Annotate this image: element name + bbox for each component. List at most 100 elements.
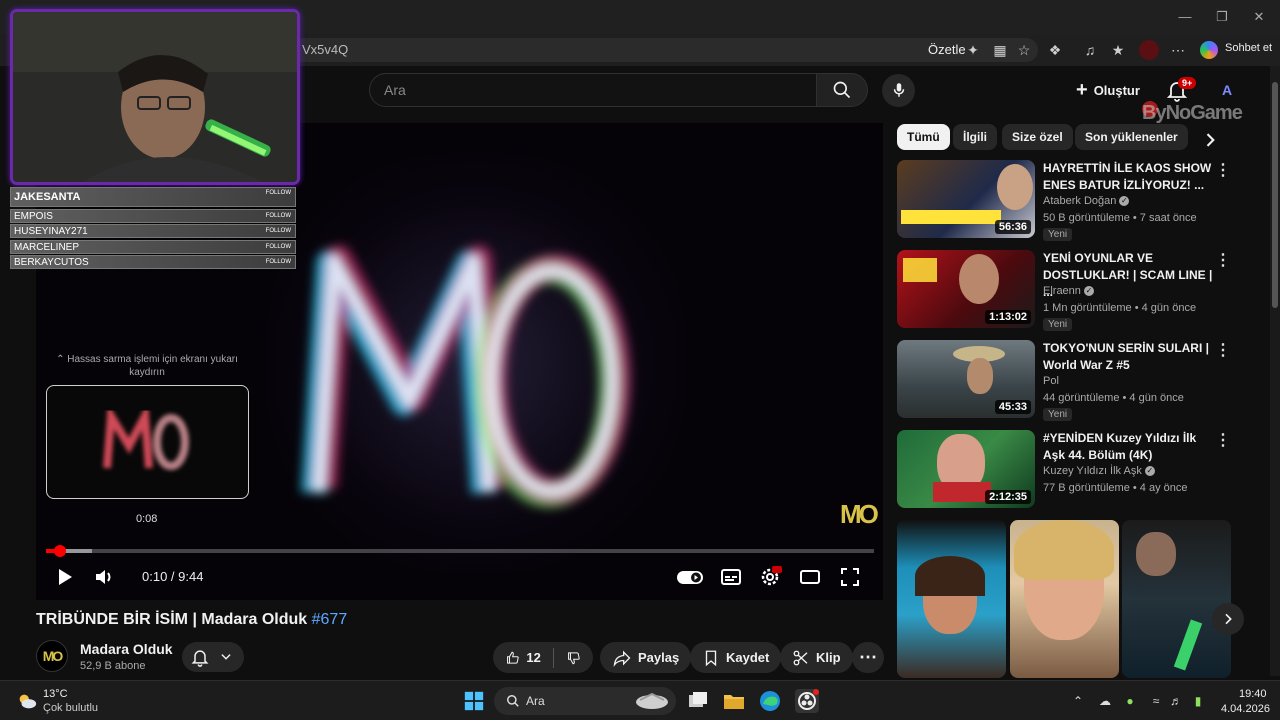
profile-avatar[interactable] [1139, 40, 1159, 60]
video-hashtag[interactable]: #677 [312, 611, 348, 628]
clock-time[interactable]: 19:40 [1239, 688, 1267, 700]
subtitles-icon[interactable] [719, 565, 743, 589]
autoplay-toggle-icon[interactable] [676, 565, 704, 589]
thumbnail-hair [1014, 520, 1114, 580]
cloudy-weather-icon[interactable] [16, 690, 38, 712]
more-options-icon[interactable]: ⋯ [1168, 40, 1188, 60]
like-count[interactable]: 12 [526, 650, 540, 665]
thumbs-up-icon[interactable] [505, 648, 520, 668]
scissors-icon [793, 650, 808, 665]
speaker-icon[interactable]: ♬ [1168, 693, 1184, 709]
media-control-icon[interactable]: ♫ [1080, 40, 1100, 60]
microphone-icon[interactable]: ● [1122, 693, 1138, 709]
video-duration: 1:13:02 [985, 310, 1031, 324]
more-actions-button[interactable]: ⋯ [852, 642, 884, 673]
taskbar-search[interactable]: Ara [494, 687, 676, 715]
video-title[interactable]: #YENİDEN Kuzey Yıldızı İlk Aşk 44. Bölüm… [1043, 430, 1213, 464]
recommended-video[interactable]: 2:12:35 #YENİDEN Kuzey Yıldızı İlk Aşk 4… [897, 430, 1237, 510]
channel-name[interactable]: Madara Olduk [80, 641, 173, 657]
edge-browser-icon[interactable] [758, 689, 782, 713]
obs-studio-icon[interactable] [795, 689, 819, 713]
video-thumbnail[interactable]: 2:12:35 [897, 430, 1035, 508]
onedrive-cloud-icon[interactable]: ☁ [1097, 693, 1113, 709]
video-title[interactable]: TOKYO'NUN SERİN SULARI | World War Z #5 [1043, 340, 1213, 374]
voice-search-button[interactable] [882, 74, 915, 107]
copilot-summary-icon[interactable]: ✦ [963, 40, 983, 60]
more-horizontal-icon: ⋯ [859, 647, 877, 667]
weather-description[interactable]: Çok bulutlu [43, 702, 98, 714]
chip-recent-uploads[interactable]: Son yüklenenler [1075, 124, 1188, 150]
more-vertical-icon[interactable]: ⋮ [1215, 430, 1231, 450]
wifi-icon[interactable]: ≈ [1148, 693, 1164, 709]
url-text[interactable]: Vx5v4Q [302, 42, 348, 57]
account-avatar[interactable]: A [1216, 79, 1238, 101]
play-icon[interactable] [52, 565, 76, 589]
summarize-button[interactable]: Özetle [928, 42, 966, 57]
channel-avatar[interactable]: MO [36, 640, 68, 672]
video-thumbnail[interactable]: 56:36 [897, 160, 1035, 238]
shorts-thumbnail[interactable] [1010, 520, 1119, 678]
progress-scrubber-handle[interactable] [54, 545, 67, 557]
minimize-button[interactable]: — [1168, 6, 1202, 28]
address-bar[interactable]: Vx5v4Q Özetle [290, 38, 1038, 62]
channel-name[interactable]: Ataberk Doğan ✓ [1043, 195, 1130, 207]
shorts-thumbnail[interactable] [897, 520, 1006, 678]
task-view-icon[interactable] [686, 689, 710, 713]
shorts-next-button[interactable] [1212, 603, 1244, 635]
search-input[interactable]: Ara [369, 73, 817, 107]
create-button[interactable]: + Oluştur [1068, 74, 1148, 106]
follower-row: HUSEYINAY271 FOLLOW [10, 224, 296, 238]
chevron-right-icon [1225, 613, 1232, 625]
fullscreen-icon[interactable] [838, 565, 862, 589]
file-explorer-icon[interactable] [722, 689, 746, 713]
extensions-icon[interactable]: ❖ [1045, 40, 1065, 60]
progress-bar[interactable] [46, 549, 874, 553]
app-grid-icon[interactable]: ▦ [990, 40, 1010, 60]
chip-related[interactable]: İlgili [953, 124, 997, 150]
recommended-video[interactable]: 56:36 HAYRETTİN İLE KAOS SHOW ENES BATUR… [897, 160, 1237, 241]
recommended-video[interactable]: 1:13:02 YENİ OYUNLAR VE DOSTLUKLAR! | SC… [897, 250, 1237, 331]
show-hidden-icons-chevron-icon[interactable]: ⌃ [1070, 693, 1086, 709]
favorite-star-icon[interactable]: ☆ [1014, 40, 1034, 60]
clock-date[interactable]: 4.04.2026 [1221, 703, 1270, 715]
more-vertical-icon[interactable]: ⋮ [1215, 340, 1231, 360]
clip-button[interactable]: Klip [780, 642, 853, 673]
channel-name[interactable]: Elraenn ✓ [1043, 285, 1094, 297]
favorites-icon[interactable]: ★ [1108, 40, 1128, 60]
video-thumbnail[interactable]: 45:33 [897, 340, 1035, 418]
save-button[interactable]: Kaydet [690, 642, 782, 673]
temperature[interactable]: 13°C [43, 688, 68, 700]
chip-all[interactable]: Tümü [897, 124, 950, 150]
recommended-video[interactable]: 45:33 TOKYO'NUN SERİN SULARI | World War… [897, 340, 1237, 421]
channel-name[interactable]: Kuzey Yıldızı İlk Aşk ✓ [1043, 465, 1155, 477]
follower-row: JAKESANTA FOLLOW [10, 187, 296, 207]
thumbnail-banner [901, 210, 1001, 224]
settings-gear-icon[interactable] [758, 565, 782, 589]
chip-for-you[interactable]: Size özel [1002, 124, 1073, 150]
more-vertical-icon[interactable]: ⋮ [1215, 160, 1231, 180]
chevron-right-icon[interactable] [1200, 130, 1220, 150]
maximize-button[interactable]: ❐ [1205, 6, 1239, 28]
windows-start-icon[interactable] [463, 690, 485, 712]
thumbnail-face [959, 254, 999, 304]
subscription-notification-button[interactable] [182, 642, 244, 672]
share-button[interactable]: Paylaş [600, 642, 692, 673]
copilot-icon[interactable] [1200, 41, 1218, 59]
chat-button-label[interactable]: Sohbet et [1225, 42, 1272, 54]
close-window-button[interactable]: ✕ [1242, 6, 1276, 28]
shorts-thumbnail[interactable] [1122, 520, 1231, 678]
scrollbar-thumb[interactable] [1272, 82, 1278, 308]
more-vertical-icon[interactable]: ⋮ [1215, 250, 1231, 270]
new-badge: Yeni [1043, 318, 1073, 331]
channel-name[interactable]: Pol [1043, 375, 1059, 387]
volume-icon[interactable] [92, 565, 116, 589]
share-label: Paylaş [638, 650, 680, 665]
page-scrollbar[interactable] [1270, 66, 1280, 676]
thumbs-down-icon[interactable] [566, 648, 581, 668]
video-title[interactable]: HAYRETTİN İLE KAOS SHOW ENES BATUR İZLİY… [1043, 160, 1213, 194]
video-thumbnail[interactable]: 1:13:02 [897, 250, 1035, 328]
battery-icon[interactable]: ▮ [1190, 693, 1206, 709]
search-button[interactable] [816, 73, 868, 107]
thumbnail-clothing [933, 482, 991, 502]
theater-mode-icon[interactable] [798, 565, 822, 589]
